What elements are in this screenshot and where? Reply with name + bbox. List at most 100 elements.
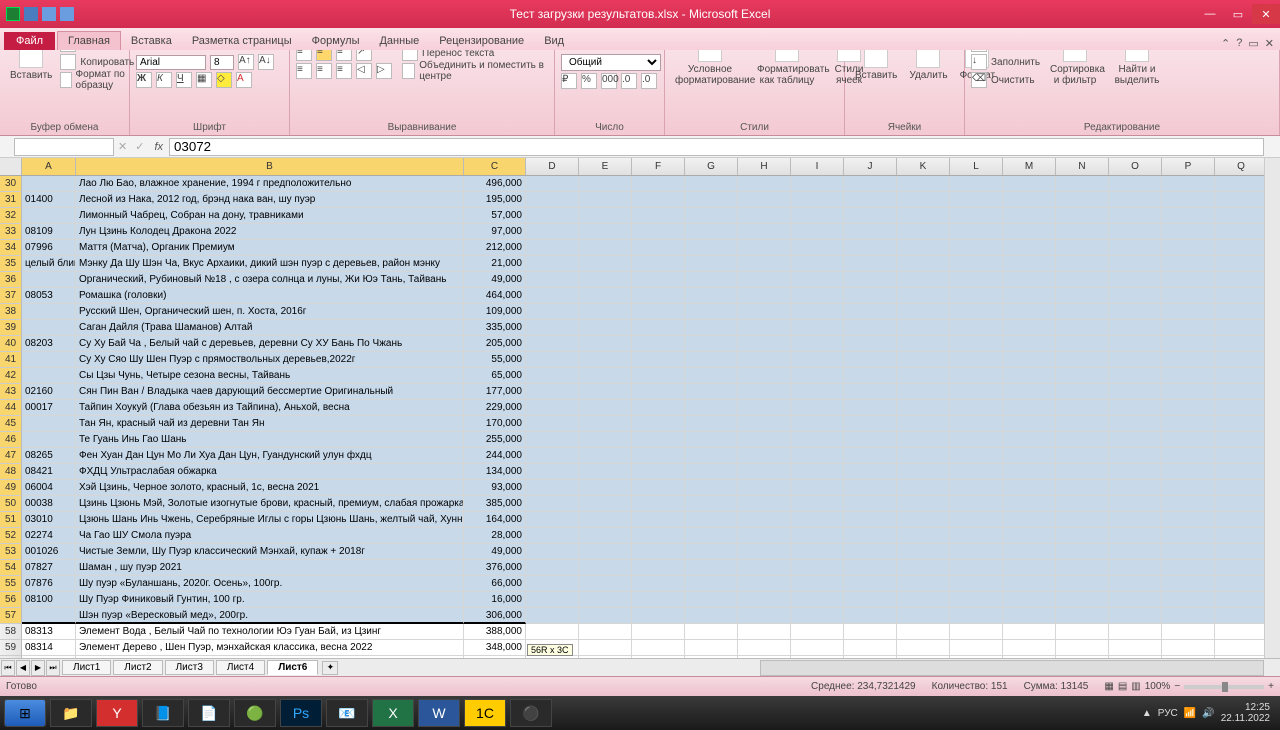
cell[interactable]: [579, 224, 632, 240]
cell[interactable]: [738, 416, 791, 432]
cell[interactable]: [844, 432, 897, 448]
cell[interactable]: [22, 432, 76, 448]
cell[interactable]: [897, 272, 950, 288]
cell[interactable]: Сян Пин Ван / Владыка чаев дарующий бесс…: [76, 384, 464, 400]
row-header[interactable]: 39: [0, 320, 22, 336]
cell[interactable]: [685, 272, 738, 288]
cell[interactable]: [526, 384, 579, 400]
cell[interactable]: [950, 400, 1003, 416]
cell[interactable]: [1056, 416, 1109, 432]
taskbar-word[interactable]: W: [418, 699, 460, 727]
cell[interactable]: [950, 256, 1003, 272]
cell[interactable]: Тан Ян, красный чай из деревни Тан Ян: [76, 416, 464, 432]
cell[interactable]: [791, 384, 844, 400]
cell[interactable]: [579, 544, 632, 560]
cell[interactable]: [632, 176, 685, 192]
cell[interactable]: [1162, 336, 1215, 352]
row-header[interactable]: 51: [0, 512, 22, 528]
cell[interactable]: [1109, 336, 1162, 352]
cell[interactable]: [1162, 576, 1215, 592]
cell[interactable]: [897, 256, 950, 272]
cell[interactable]: [738, 448, 791, 464]
cell[interactable]: [738, 192, 791, 208]
cell[interactable]: 212,000: [464, 240, 526, 256]
cell[interactable]: [791, 624, 844, 640]
cell[interactable]: [897, 496, 950, 512]
cell[interactable]: [579, 384, 632, 400]
cell[interactable]: [579, 448, 632, 464]
sheet-tab[interactable]: Лист4: [216, 660, 265, 675]
cell[interactable]: Су Ху Бай Ча , Белый чай с деревьев, дер…: [76, 336, 464, 352]
cell[interactable]: [791, 560, 844, 576]
cell[interactable]: [526, 560, 579, 576]
cell[interactable]: [685, 256, 738, 272]
cell[interactable]: Лимонный Чабрец, Собран на дону, травник…: [76, 208, 464, 224]
cell[interactable]: [579, 240, 632, 256]
cell[interactable]: [1162, 224, 1215, 240]
taskbar-explorer[interactable]: 📁: [50, 699, 92, 727]
cell[interactable]: [526, 496, 579, 512]
cell[interactable]: [738, 640, 791, 656]
row-header[interactable]: 54: [0, 560, 22, 576]
cell[interactable]: [579, 176, 632, 192]
row-header[interactable]: 40: [0, 336, 22, 352]
cell[interactable]: 229,000: [464, 400, 526, 416]
window-restore-icon[interactable]: ▭: [1248, 37, 1258, 50]
cell[interactable]: [844, 368, 897, 384]
cell[interactable]: [526, 368, 579, 384]
cell[interactable]: [685, 640, 738, 656]
cell[interactable]: [844, 496, 897, 512]
zoom-level[interactable]: 100%: [1145, 681, 1171, 692]
cell[interactable]: [526, 192, 579, 208]
tray-sound-icon[interactable]: 🔊: [1202, 708, 1214, 719]
cell[interactable]: [1003, 448, 1056, 464]
cell[interactable]: [579, 368, 632, 384]
cell[interactable]: 16,000: [464, 592, 526, 608]
cell[interactable]: [685, 400, 738, 416]
cell[interactable]: [1109, 304, 1162, 320]
cell[interactable]: [844, 272, 897, 288]
cell[interactable]: [632, 400, 685, 416]
minimize-ribbon-icon[interactable]: ⌃: [1221, 37, 1230, 50]
cell[interactable]: [738, 544, 791, 560]
cell[interactable]: [579, 432, 632, 448]
cell[interactable]: [632, 512, 685, 528]
cell[interactable]: [1162, 592, 1215, 608]
cell[interactable]: [897, 544, 950, 560]
row-header[interactable]: 56: [0, 592, 22, 608]
cell[interactable]: [1003, 400, 1056, 416]
row-header[interactable]: 34: [0, 240, 22, 256]
view-normal-icon[interactable]: ▦: [1104, 681, 1113, 692]
cell[interactable]: [1215, 240, 1268, 256]
cell[interactable]: [950, 544, 1003, 560]
cell[interactable]: [1056, 384, 1109, 400]
cell[interactable]: [950, 224, 1003, 240]
cell[interactable]: [738, 480, 791, 496]
cell[interactable]: [1056, 240, 1109, 256]
cell[interactable]: [1003, 384, 1056, 400]
cell[interactable]: [1003, 176, 1056, 192]
cell[interactable]: [579, 560, 632, 576]
cell[interactable]: [1162, 320, 1215, 336]
cell[interactable]: [685, 176, 738, 192]
cell[interactable]: [685, 352, 738, 368]
cell[interactable]: [897, 576, 950, 592]
decrease-font-icon[interactable]: A↓: [258, 54, 274, 70]
cell[interactable]: [1162, 400, 1215, 416]
cell[interactable]: [22, 304, 76, 320]
cell[interactable]: [791, 640, 844, 656]
cell[interactable]: [844, 336, 897, 352]
cell[interactable]: 255,000: [464, 432, 526, 448]
row-header[interactable]: 42: [0, 368, 22, 384]
cell[interactable]: [1056, 496, 1109, 512]
cell[interactable]: Органический, Рубиновый №18 , с озера со…: [76, 272, 464, 288]
cell[interactable]: [1056, 272, 1109, 288]
tray-chevron-icon[interactable]: ▲: [1142, 708, 1152, 719]
cell[interactable]: [738, 624, 791, 640]
row-header[interactable]: 37: [0, 288, 22, 304]
col-header-H[interactable]: H: [738, 158, 791, 175]
cell[interactable]: [526, 288, 579, 304]
cell[interactable]: [685, 624, 738, 640]
cell[interactable]: 55,000: [464, 352, 526, 368]
cell[interactable]: Элемент Дерево , Шен Пуэр, мэнхайская кл…: [76, 640, 464, 656]
